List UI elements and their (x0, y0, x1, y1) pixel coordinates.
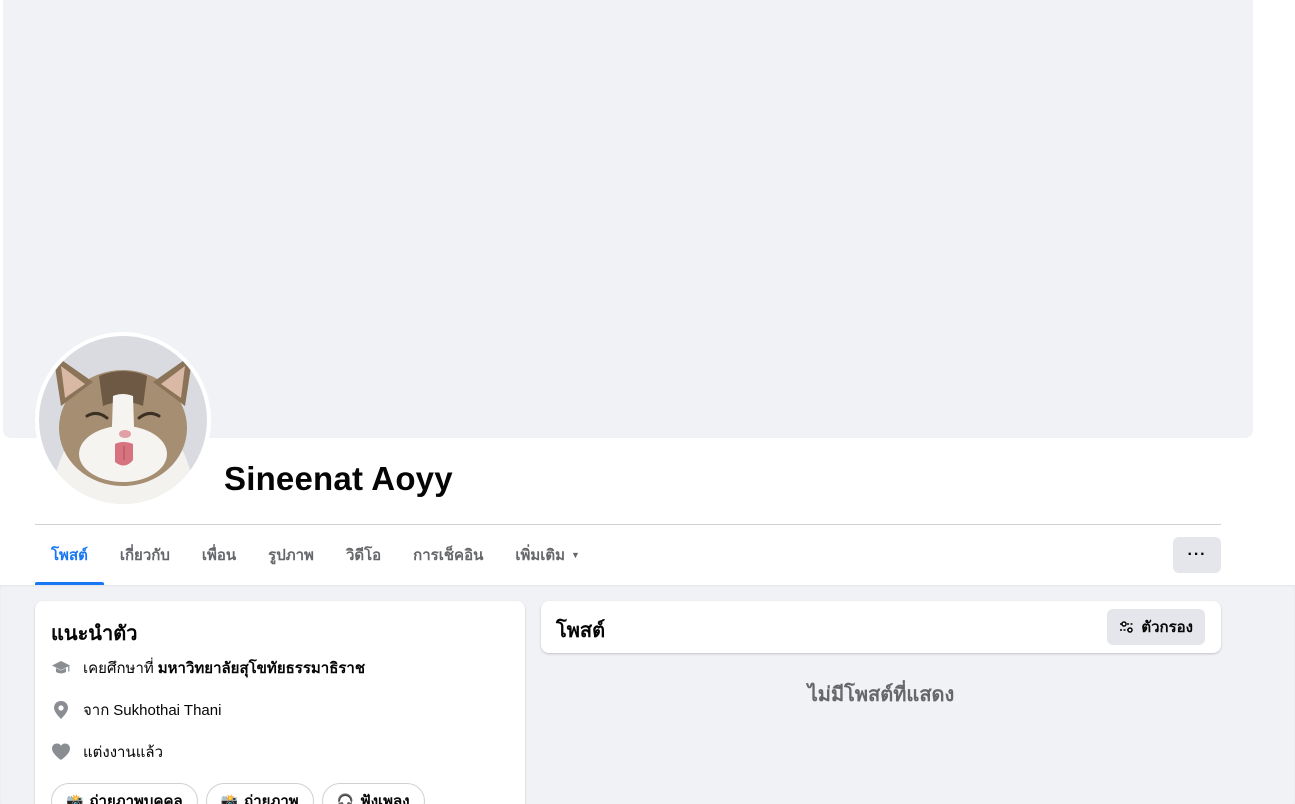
tab-more[interactable]: เพิ่มเติม ▼ (499, 525, 596, 585)
posts-header-card: โพสต์ ตัวกรอง (541, 601, 1221, 653)
intro-education: เคยศึกษาที่ มหาวิทยาลัยสุโขทัยธรรมาธิราช (51, 656, 365, 680)
intro-card: แนะนำตัว เคยศึกษาที่ มหาวิทยาลัยสุโขทัยธ… (35, 601, 525, 804)
filter-sliders-icon (1120, 621, 1135, 633)
no-posts-message: ไม่มีโพสต์ที่แสดง (807, 684, 955, 706)
hobby-chip[interactable]: 📸 ถ่ายภาพบุคคล (51, 783, 198, 804)
tab-friends[interactable]: เพื่อน (186, 525, 252, 585)
tab-more-label: เพิ่มเติม (515, 547, 566, 564)
education-school-link[interactable]: มหาวิทยาลัยสุโขทัยธรรมาธิราช (158, 656, 365, 680)
camera-emoji-icon: 📸 (220, 792, 239, 804)
profile-tabs: โพสต์ เกี่ยวกับ เพื่อน รูปภาพ วิดีโอ การ… (35, 525, 596, 585)
profile-picture[interactable] (35, 332, 211, 508)
education-prefix: เคยศึกษาที่ (83, 660, 154, 677)
profile-name: Sineenat Aoyy (224, 460, 453, 497)
caret-down-icon: ▼ (571, 550, 580, 560)
hometown-place-link[interactable]: Sukhothai Thani (113, 702, 221, 719)
filter-button[interactable]: ตัวกรอง (1107, 609, 1205, 645)
relationship-status: แต่งงานแล้ว (83, 744, 164, 761)
graduation-cap-icon (51, 658, 71, 678)
intro-title: แนะนำตัว (51, 623, 138, 645)
more-options-button[interactable]: ··· (1173, 537, 1221, 573)
hobby-chip[interactable]: 🎧 ฟังเพลง (321, 783, 425, 804)
hobby-chip[interactable]: 📸 ถ่ายภาพ (205, 783, 314, 804)
intro-hometown: จาก Sukhothai Thani (51, 698, 221, 722)
location-pin-icon (51, 700, 71, 720)
heart-icon (51, 742, 71, 762)
tab-about[interactable]: เกี่ยวกับ (104, 525, 186, 585)
hobby-chips: 📸 ถ่ายภาพบุคคล 📸 ถ่ายภาพ 🎧 ฟังเพลง (51, 783, 425, 804)
cat-avatar-image (39, 336, 207, 504)
headphones-emoji-icon: 🎧 (336, 792, 355, 804)
intro-relationship: แต่งงานแล้ว (51, 740, 163, 764)
hobby-chip-label: ฟังเพลง (360, 793, 410, 804)
filter-label: ตัวกรอง (1141, 619, 1193, 636)
posts-title: โพสต์ (556, 620, 606, 642)
hobby-chip-label: ถ่ายภาพ (244, 793, 299, 804)
tab-posts[interactable]: โพสต์ (35, 525, 104, 585)
tab-checkins[interactable]: การเช็คอิน (397, 525, 499, 585)
tab-photos[interactable]: รูปภาพ (252, 525, 330, 585)
camera-emoji-icon: 📸 (66, 792, 84, 804)
tab-videos[interactable]: วิดีโอ (330, 525, 397, 585)
hometown-prefix: จาก (83, 702, 110, 719)
hobby-chip-label: ถ่ายภาพบุคคล (89, 793, 183, 804)
